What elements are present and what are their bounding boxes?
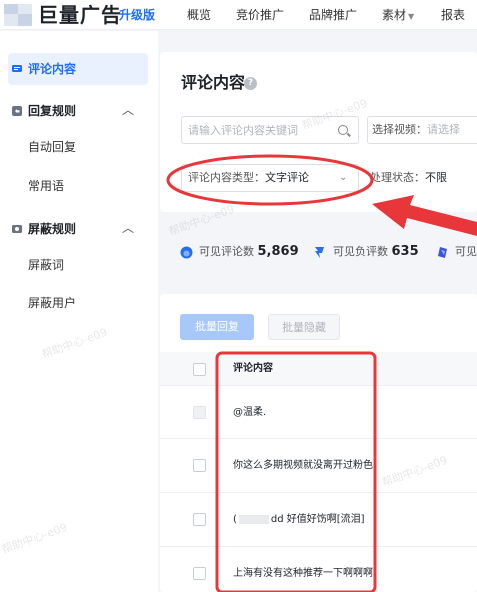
sidebar-group-block-rules[interactable]: 屏蔽规则 ︿ [8, 213, 148, 245]
caret-down-icon: ▼ [408, 12, 415, 21]
row-divider [160, 492, 477, 493]
row-divider [160, 438, 477, 439]
stat-visible-negative: 可见负评数 635 [333, 244, 419, 260]
row-divider [160, 546, 477, 547]
video-select-placeholder: 请选择 [427, 123, 460, 136]
sidebar-item-comment-content[interactable]: 评论内容 [8, 53, 148, 85]
row-checkbox[interactable] [193, 459, 206, 472]
chevron-up-icon: ︿ [122, 221, 135, 235]
top-navigation-bar: 巨量广告 升级版 概览 竞价推广 品牌推广 素材 ▼ 报表 [0, 0, 477, 30]
sidebar-group-label: 屏蔽规则 [28, 222, 77, 236]
nav-bidding-promotion[interactable]: 竞价推广 [236, 7, 284, 23]
search-icon[interactable] [338, 125, 348, 135]
video-select-label: 选择视频： [372, 123, 427, 136]
sidebar-group-label: 回复规则 [28, 104, 77, 118]
comment-type-value: 文字评论 [265, 171, 309, 184]
chevron-down-icon: ⌄ [339, 172, 348, 183]
comment-cell: 你这么多期视频就没离开过粉色 [233, 460, 373, 471]
select-all-checkbox[interactable] [193, 363, 206, 376]
stat-value: 635 [391, 244, 419, 259]
nav-reports[interactable]: 报表 [441, 7, 465, 23]
sidebar-item-blocked-users[interactable]: 屏蔽用户 [28, 295, 76, 311]
comment-stat-icon [180, 246, 193, 259]
sidebar-item-auto-reply[interactable]: 自动回复 [28, 139, 76, 155]
nav-materials-label: 素材 [382, 8, 407, 22]
logo-icon [4, 4, 34, 26]
brand-name: 巨量广告 [38, 3, 122, 27]
table-header [160, 352, 477, 386]
sidebar-item-blocked-words[interactable]: 屏蔽词 [28, 257, 64, 273]
stat-label: 可见评论数 [199, 245, 254, 258]
comment-icon [12, 65, 22, 72]
sidebar-group-reply-rules[interactable]: 回复规则 ︿ [8, 95, 148, 127]
comment-type-select[interactable]: 评论内容类型：文字评论 ⌄ [181, 164, 359, 192]
nav-materials[interactable]: 素材 ▼ [382, 7, 414, 25]
comment-keyword-input[interactable] [188, 122, 328, 138]
comment-cell: @温柔. [233, 407, 267, 418]
stat-value: 5,869 [257, 244, 299, 259]
status-select[interactable]: 处理状态：不限 [367, 164, 477, 192]
row-checkbox[interactable] [193, 406, 206, 419]
stat-visible-more: 可见 [455, 245, 477, 258]
status-label: 处理状态： [370, 171, 425, 184]
comment-cell: 上海有没有这种推荐一下啊啊啊 [233, 568, 373, 579]
column-header-comment-content: 评论内容 [233, 363, 273, 374]
nav-overview[interactable]: 概览 [187, 7, 211, 23]
filter-card: 评论内容 ? 选择视频：请选择 评论内容类型：文字评论 ⌄ 处理状态：不限 [160, 52, 477, 212]
edition-badge: 升级版 [119, 8, 156, 22]
negative-stat-icon [315, 247, 324, 258]
comment-type-label: 评论内容类型： [188, 171, 265, 184]
row-checkbox[interactable] [193, 567, 206, 580]
reply-icon [12, 106, 22, 116]
sidebar: 评论内容 回复规则 ︿ 自动回复 常用语 屏蔽规则 ︿ 屏蔽词 屏蔽用户 [0, 31, 158, 592]
search-box [181, 116, 359, 144]
redacted-text [238, 514, 269, 524]
camera-icon [12, 225, 22, 233]
batch-reply-button[interactable]: 批量回复 [180, 314, 254, 340]
chevron-up-icon: ︿ [122, 103, 135, 117]
comment-cell-suffix: dd 好值好饬啊[流泪] [270, 514, 365, 525]
comment-cell: ( dd 好值好饬啊[流泪] [233, 513, 365, 527]
page-title: 评论内容 [181, 73, 246, 92]
nav-brand-promotion[interactable]: 品牌推广 [309, 7, 357, 23]
sidebar-item-common-phrases[interactable]: 常用语 [28, 178, 64, 194]
sidebar-item-label: 评论内容 [28, 62, 77, 76]
comment-cell-prefix: ( [233, 514, 237, 525]
status-value: 不限 [425, 171, 447, 184]
batch-hide-button[interactable]: 批量隐藏 [268, 314, 340, 340]
stat-visible-comments: 可见评论数 5,869 [199, 244, 299, 260]
row-checkbox[interactable] [193, 513, 206, 526]
help-icon[interactable]: ? [244, 77, 257, 90]
stat-label: 可见负评数 [333, 245, 388, 258]
stat-icon [438, 247, 447, 258]
video-select[interactable]: 选择视频：请选择 [367, 116, 477, 144]
